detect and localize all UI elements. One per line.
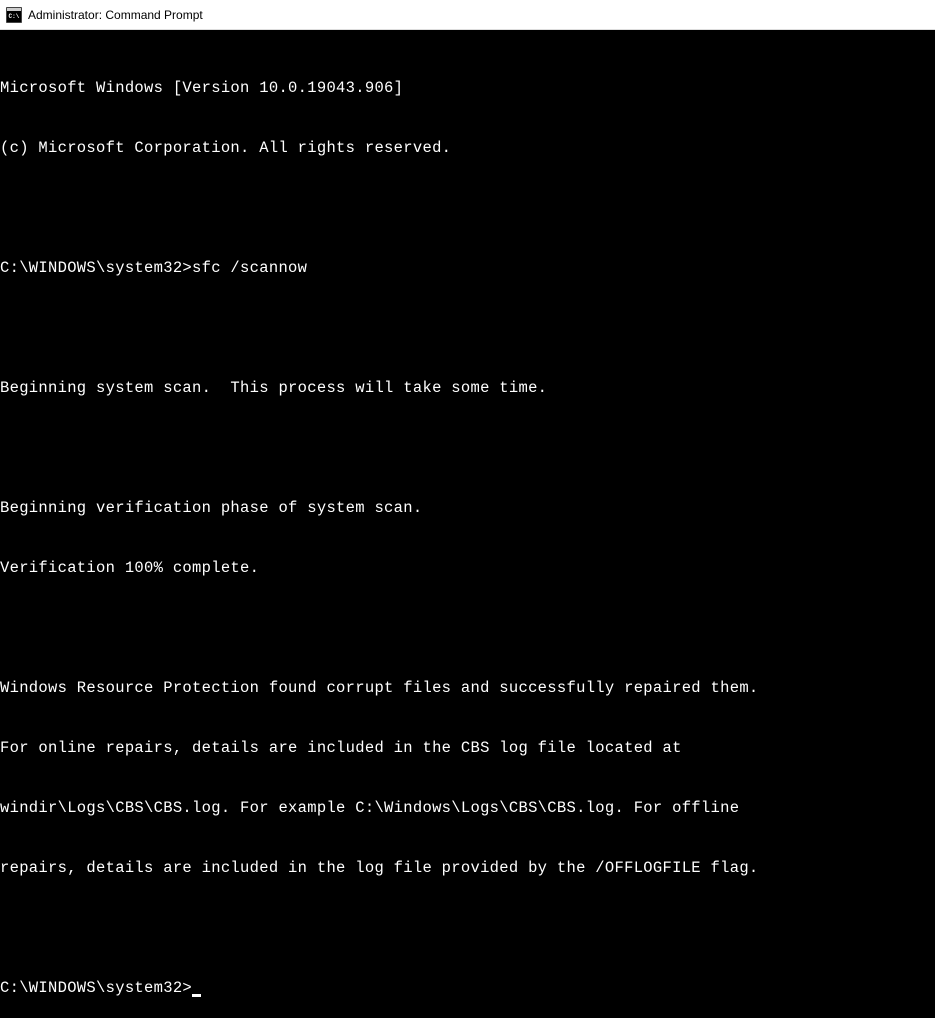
terminal-line: Beginning system scan. This process will… (0, 378, 935, 398)
window-title: Administrator: Command Prompt (28, 8, 203, 22)
terminal-line: Windows Resource Protection found corrup… (0, 678, 935, 698)
svg-text:C:\: C:\ (9, 13, 20, 20)
title-bar[interactable]: C:\ Administrator: Command Prompt (0, 0, 935, 30)
cursor-icon (192, 994, 201, 997)
terminal-prompt-line: C:\WINDOWS\system32> (0, 978, 935, 998)
terminal-line (0, 198, 935, 218)
terminal-line (0, 438, 935, 458)
terminal-output[interactable]: Microsoft Windows [Version 10.0.19043.90… (0, 30, 935, 1018)
terminal-line (0, 918, 935, 938)
terminal-line: Microsoft Windows [Version 10.0.19043.90… (0, 78, 935, 98)
terminal-line (0, 618, 935, 638)
terminal-line: repairs, details are included in the log… (0, 858, 935, 878)
terminal-line: C:\WINDOWS\system32>sfc /scannow (0, 258, 935, 278)
terminal-line (0, 318, 935, 338)
terminal-line: For online repairs, details are included… (0, 738, 935, 758)
cmd-icon: C:\ (6, 7, 22, 23)
terminal-line: Verification 100% complete. (0, 558, 935, 578)
terminal-line: Beginning verification phase of system s… (0, 498, 935, 518)
terminal-prompt: C:\WINDOWS\system32> (0, 979, 192, 997)
terminal-line: (c) Microsoft Corporation. All rights re… (0, 138, 935, 158)
terminal-line: windir\Logs\CBS\CBS.log. For example C:\… (0, 798, 935, 818)
